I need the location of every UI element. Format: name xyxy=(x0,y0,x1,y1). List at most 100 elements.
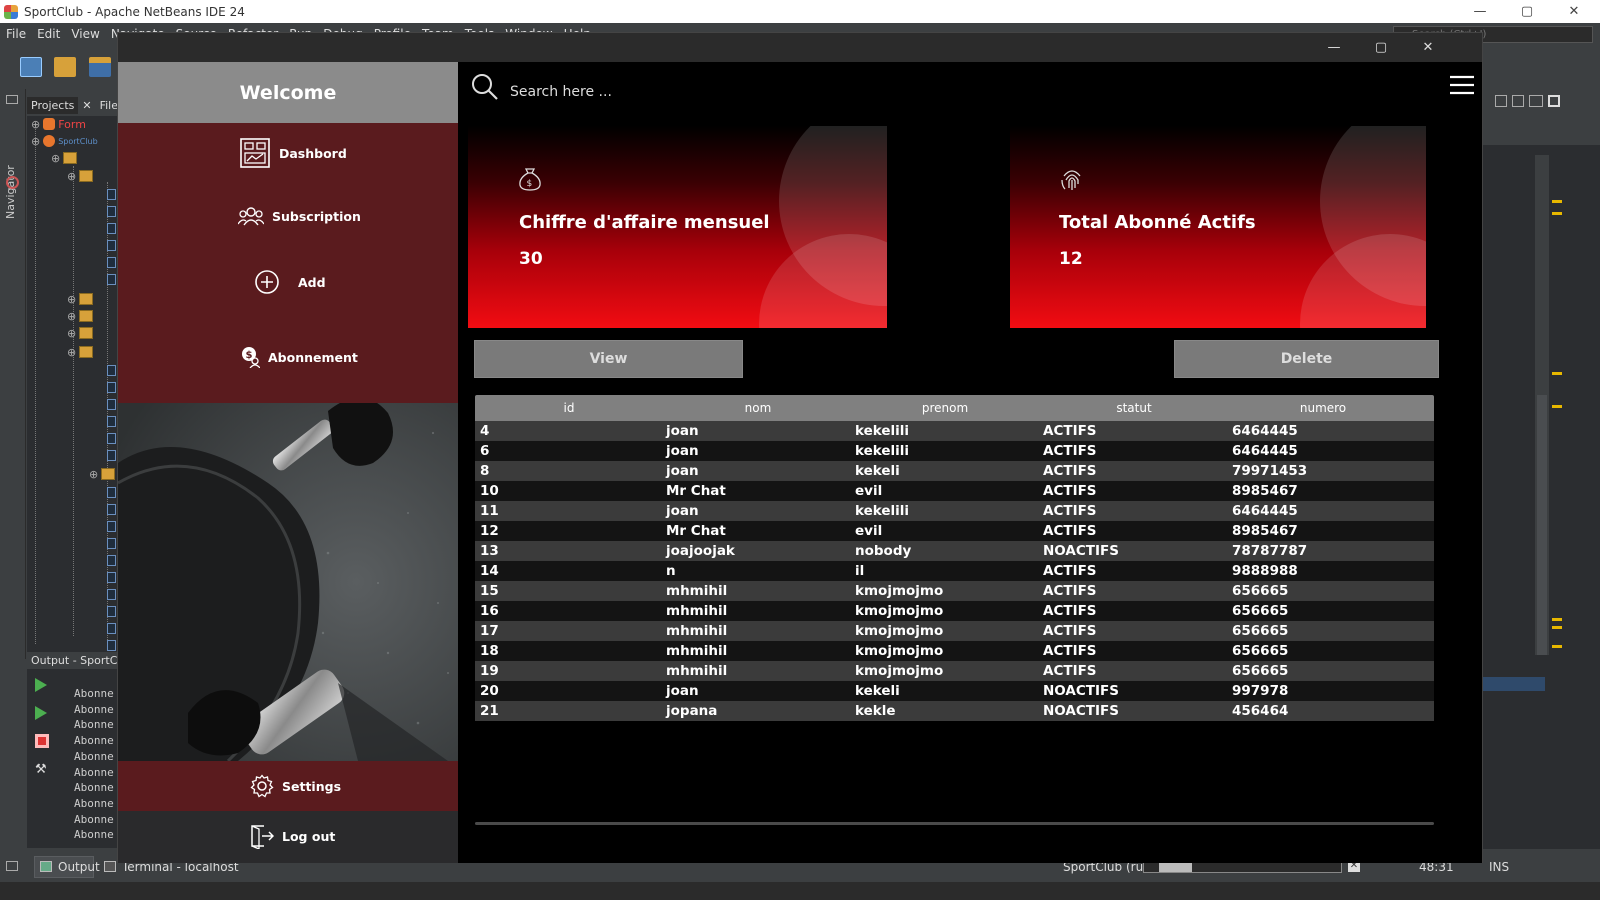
new-file-icon[interactable] xyxy=(20,57,42,77)
tree-leaf[interactable] xyxy=(107,430,116,446)
navigator-label[interactable]: Navigator xyxy=(4,165,17,219)
app-minimize-button[interactable]: — xyxy=(1312,36,1356,58)
tree-node-project[interactable]: ⊕ SportClub xyxy=(31,133,98,149)
error-stripe-marker[interactable] xyxy=(1552,372,1562,375)
table-row[interactable]: 11 joan kekelili ACTIFS 6464445 xyxy=(475,501,1434,521)
tree-node-package[interactable]: ⊕ xyxy=(67,325,94,341)
app-maximize-button[interactable]: ▢ xyxy=(1359,36,1403,58)
stop-icon[interactable] xyxy=(35,734,49,748)
search-input[interactable] xyxy=(510,78,910,106)
tree-leaf[interactable] xyxy=(107,603,116,619)
restore-window-icon[interactable] xyxy=(6,95,18,104)
ide-maximize-button[interactable]: ▢ xyxy=(1505,0,1549,23)
tree-leaf[interactable] xyxy=(107,271,116,287)
error-stripe-marker[interactable] xyxy=(1552,200,1562,203)
close-icon[interactable]: ✕ xyxy=(82,99,91,112)
tree-node-package[interactable]: ⊕ xyxy=(51,150,78,166)
ide-menu-file[interactable]: File xyxy=(6,27,26,41)
tab-projects[interactable]: Projects xyxy=(27,96,79,114)
table-row[interactable]: 8 joan kekeli ACTIFS 79971453 xyxy=(475,461,1434,481)
sidebar-item-dashboard[interactable]: Dashbord xyxy=(239,137,347,169)
tree-leaf[interactable] xyxy=(107,518,116,534)
tree-node-form[interactable]: ⊕ Form xyxy=(31,116,86,132)
column-header-numero[interactable]: numero xyxy=(1300,401,1346,415)
column-header-nom[interactable]: nom xyxy=(745,401,772,415)
tree-node-package[interactable]: ⊕ xyxy=(67,308,94,324)
column-header-prenom[interactable]: prenom xyxy=(922,401,968,415)
scroll-right-icon[interactable] xyxy=(1512,95,1524,107)
tree-leaf[interactable] xyxy=(107,620,116,636)
table-row[interactable]: 16 mhmihil kmojmojmo ACTIFS 656665 xyxy=(475,601,1434,621)
tree-leaf[interactable] xyxy=(107,535,116,551)
output-title[interactable]: Output - SportClub (run) xyxy=(27,652,119,669)
logout-button[interactable]: Log out xyxy=(118,811,458,863)
tree-leaf[interactable] xyxy=(107,379,116,395)
ide-close-button[interactable]: ✕ xyxy=(1552,0,1596,23)
table-row[interactable]: 15 mhmihil kmojmojmo ACTIFS 656665 xyxy=(475,581,1434,601)
tree-leaf[interactable] xyxy=(107,586,116,602)
tree-leaf[interactable] xyxy=(107,396,116,412)
error-stripe-marker[interactable] xyxy=(1552,212,1562,215)
restore-window-icon[interactable] xyxy=(6,861,18,871)
tree-leaf[interactable] xyxy=(107,237,116,253)
tree-node-package[interactable]: ⊕ xyxy=(67,344,94,360)
column-header-id[interactable]: id xyxy=(564,401,575,415)
editor-scrollbar[interactable] xyxy=(1535,155,1549,655)
app-close-button[interactable]: ✕ xyxy=(1406,36,1450,58)
table-row[interactable]: 6 joan kekelili ACTIFS 6464445 xyxy=(475,441,1434,461)
tree-node-package[interactable]: ⊕ xyxy=(67,291,94,307)
settings-button[interactable]: Settings xyxy=(118,761,458,811)
table-row[interactable]: 20 joan kekeli NOACTIFS 997978 xyxy=(475,681,1434,701)
table-horizontal-scrollbar[interactable] xyxy=(475,822,1434,825)
ide-menu-edit[interactable]: Edit xyxy=(37,27,60,41)
sidebar-item-add[interactable]: Add xyxy=(254,269,326,295)
error-stripe-marker[interactable] xyxy=(1552,645,1562,648)
table-row[interactable]: 10 Mr Chat evil ACTIFS 8985467 xyxy=(475,481,1434,501)
table-row[interactable]: 19 mhmihil kmojmojmo ACTIFS 656665 xyxy=(475,661,1434,681)
sidebar-item-abonnement[interactable]: $ Abonnement xyxy=(240,346,358,368)
output-tab-label[interactable]: Output xyxy=(58,860,100,874)
tree-leaf[interactable] xyxy=(107,447,116,463)
table-row[interactable]: 17 mhmihil kmojmojmo ACTIFS 656665 xyxy=(475,621,1434,641)
table-row[interactable]: 14 n il ACTIFS 9888988 xyxy=(475,561,1434,581)
ide-minimize-button[interactable]: — xyxy=(1458,0,1502,23)
sidebar-item-subscription[interactable]: Subscription xyxy=(238,206,361,226)
tree-leaf[interactable] xyxy=(107,637,116,653)
open-project-icon[interactable] xyxy=(89,57,111,77)
ide-menu-view[interactable]: View xyxy=(71,27,99,41)
settings-tool-icon[interactable]: ⚒ xyxy=(35,762,49,777)
delete-button[interactable]: Delete xyxy=(1174,340,1439,378)
search-icon[interactable] xyxy=(471,73,499,101)
error-stripe-marker[interactable] xyxy=(1552,626,1562,629)
rerun-params-icon[interactable] xyxy=(35,706,47,720)
tree-leaf[interactable] xyxy=(107,186,116,202)
table-row[interactable]: 18 mhmihil kmojmojmo ACTIFS 656665 xyxy=(475,641,1434,661)
tree-leaf[interactable] xyxy=(107,413,116,429)
rerun-icon[interactable] xyxy=(35,678,47,692)
error-stripe-marker[interactable] xyxy=(1552,405,1562,408)
scroll-left-icon[interactable] xyxy=(1495,95,1507,107)
table-row[interactable]: 12 Mr Chat evil ACTIFS 8985467 xyxy=(475,521,1434,541)
tree-leaf[interactable] xyxy=(107,203,116,219)
hamburger-menu-icon[interactable] xyxy=(1449,75,1475,95)
table-row[interactable]: 13 joajoojak nobody NOACTIFS 78787787 xyxy=(475,541,1434,561)
tree-leaf[interactable] xyxy=(107,220,116,236)
tree-node-package[interactable]: ⊕ xyxy=(89,466,116,482)
logout-item[interactable]: Log out xyxy=(250,823,335,849)
tree-node-package[interactable]: ⊕ xyxy=(67,168,94,184)
tree-leaf[interactable] xyxy=(107,501,116,517)
tree-leaf[interactable] xyxy=(107,484,116,500)
tree-leaf[interactable] xyxy=(107,552,116,568)
tree-leaf[interactable] xyxy=(107,254,116,270)
new-project-icon[interactable] xyxy=(54,57,76,77)
maximize-editor-icon[interactable] xyxy=(1548,95,1560,107)
tree-leaf[interactable] xyxy=(107,362,116,378)
show-documents-icon[interactable] xyxy=(1529,95,1543,107)
tree-leaf[interactable] xyxy=(107,569,116,585)
table-row[interactable]: 21 jopana kekle NOACTIFS 456464 xyxy=(475,701,1434,721)
error-stripe-marker[interactable] xyxy=(1552,618,1562,621)
view-button[interactable]: View xyxy=(474,340,743,378)
table-row[interactable]: 4 joan kekelili ACTIFS 6464445 xyxy=(475,421,1434,441)
settings-item[interactable]: Settings xyxy=(250,774,341,798)
column-header-statut[interactable]: statut xyxy=(1116,401,1151,415)
